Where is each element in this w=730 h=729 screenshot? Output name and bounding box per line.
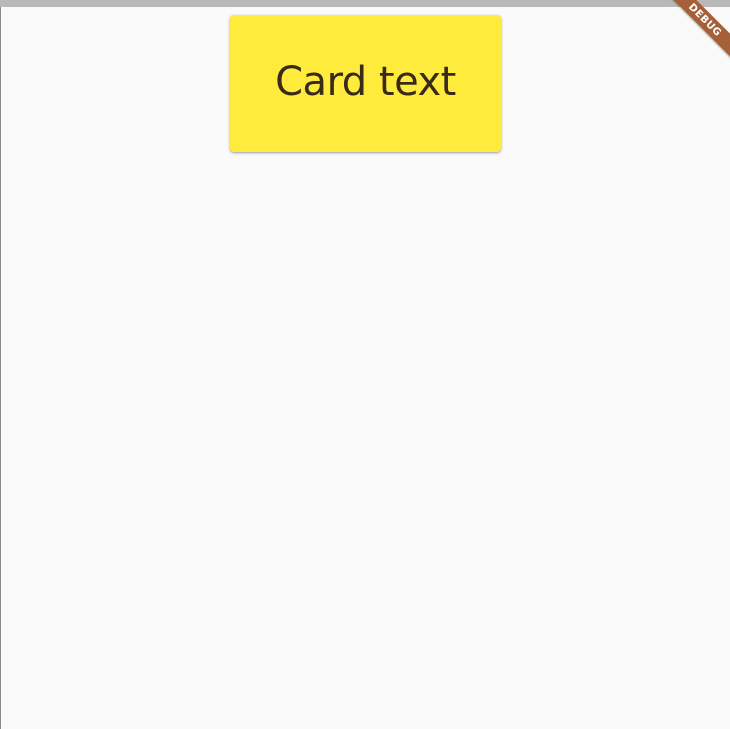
card-text: Card text bbox=[275, 58, 456, 105]
debug-ribbon: DEBUG bbox=[670, 0, 730, 60]
window-edge bbox=[0, 7, 1, 729]
yellow-card: Card text bbox=[230, 15, 501, 152]
status-bar bbox=[0, 0, 730, 7]
debug-label: DEBUG bbox=[686, 1, 724, 39]
debug-banner: DEBUG bbox=[670, 0, 730, 60]
